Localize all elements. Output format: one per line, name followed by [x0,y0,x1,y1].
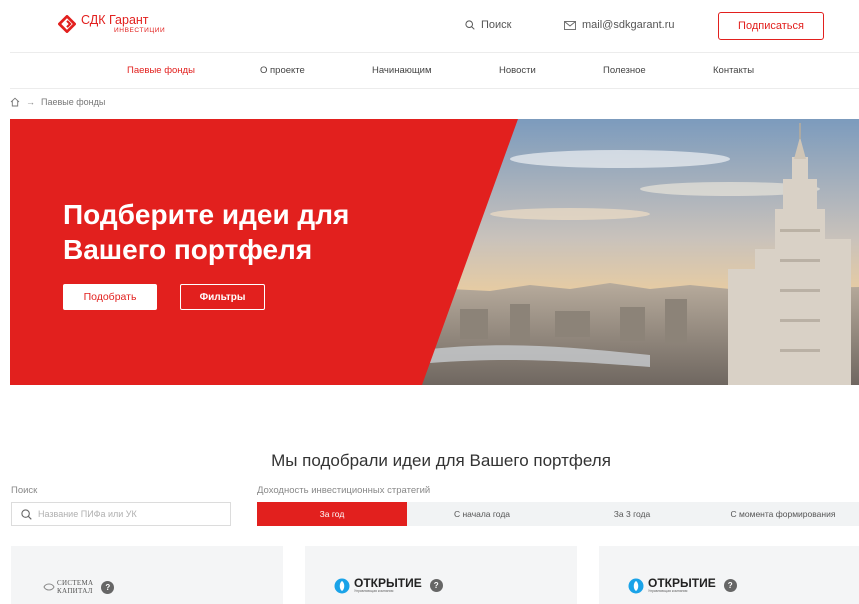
page: СДК Гарант ИНВЕСТИЦИИ Поиск mail@sdkgara… [0,0,859,604]
otkritie-logo-icon [334,578,350,593]
yield-period-tabs: За год С начала года За 3 года С момента… [257,502,859,526]
fund-search-field[interactable] [11,502,231,526]
subscribe-button[interactable]: Подписаться [718,12,824,40]
sistema-logo-icon [43,583,55,591]
help-icon[interactable]: ? [101,580,115,594]
otkritie-logo-icon [628,578,644,593]
hero-title: Подберите идеи для Вашего портфеля [63,199,350,265]
header-email-text: mail@sdkgarant.ru [582,19,675,31]
otkritie-logo: ОТКРЫТИЕ Управляющая компания ? [334,577,443,594]
help-icon[interactable]: ? [723,579,737,592]
tab-3-years[interactable]: За 3 года [557,502,707,526]
pick-button[interactable]: Подобрать [63,284,157,310]
tab-year[interactable]: За год [257,502,407,526]
main-nav: Паевые фонды О проекте Начинающим Новост… [0,53,859,88]
nav-item-beginners[interactable]: Начинающим [372,65,432,76]
home-icon[interactable] [10,97,20,107]
site-header: СДК Гарант ИНВЕСТИЦИИ Поиск mail@sdkgara… [0,0,859,52]
search-icon [465,20,475,30]
sistema-logo-line1: СИСТЕМА [57,579,94,587]
header-email[interactable]: mail@sdkgarant.ru [564,19,674,31]
nav-divider [10,88,859,89]
logo[interactable]: СДК Гарант ИНВЕСТИЦИИ [58,14,165,34]
filters-button[interactable]: Фильтры [180,284,265,310]
search-icon [21,508,32,520]
section-title: Мы подобрали идеи для Вашего портфеля [271,451,611,470]
breadcrumb-current: Паевые фонды [41,97,106,107]
logo-subtitle: ИНВЕСТИЦИИ [114,26,166,34]
fund-card[interactable]: ОТКРЫТИЕ Управляющая компания ? [599,546,859,604]
fund-card[interactable]: ОТКРЫТИЕ Управляющая компания ? [305,546,577,604]
header-search-label: Поиск [481,19,512,31]
hero-banner: Подберите идеи для Вашего портфеля Подоб… [10,119,859,385]
breadcrumb-arrow-icon: → [26,97,35,107]
nav-item-news[interactable]: Новости [499,65,536,76]
fund-search-input[interactable] [38,509,218,519]
logo-title: СДК Гарант [81,13,149,27]
sistema-kapital-logo: СИСТЕМА КАПИТАЛ ? [43,579,115,595]
nav-item-funds[interactable]: Паевые фонды [127,65,195,76]
otkritie-logo-name: ОТКРЫТИЕ [354,576,422,590]
sistema-logo-line2: КАПИТАЛ [57,587,93,595]
otkritie-logo: ОТКРЫТИЕ Управляющая компания ? [628,577,737,594]
breadcrumb: → Паевые фонды [10,97,105,107]
search-label: Поиск [11,485,38,496]
otkritie-logo-name: ОТКРЫТИЕ [648,576,716,590]
fund-card[interactable]: СИСТЕМА КАПИТАЛ ? [11,546,283,604]
sdk-logo-icon [58,15,76,33]
tab-ytd[interactable]: С начала года [407,502,557,526]
header-search[interactable]: Поиск [465,19,511,31]
nav-item-about[interactable]: О проекте [260,65,305,76]
mail-icon [564,20,576,30]
yield-label: Доходность инвестиционных стратегий [257,485,431,496]
tab-since-inception[interactable]: С момента формирования [707,502,859,526]
help-icon[interactable]: ? [429,579,443,592]
nav-item-useful[interactable]: Полезное [603,65,646,76]
nav-item-contacts[interactable]: Контакты [713,65,754,76]
